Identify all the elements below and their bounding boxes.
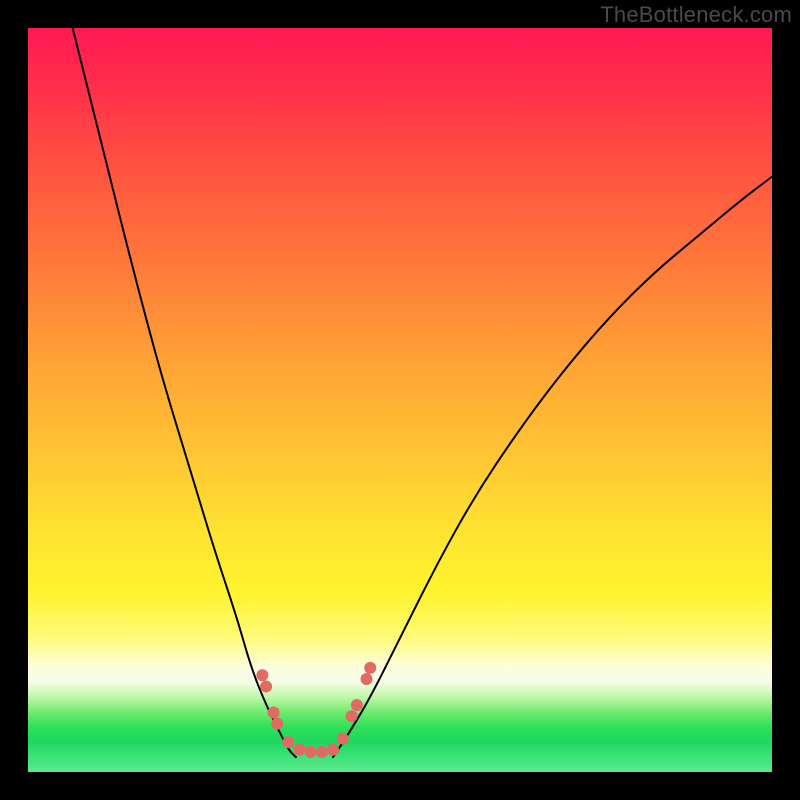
chart-root: TheBottleneck.com [0, 0, 800, 800]
valley-marker-dot [294, 744, 306, 756]
curve-layer [28, 28, 772, 772]
valley-marker-dot [346, 710, 358, 722]
valley-marker-dot [337, 733, 349, 745]
valley-marker-dot [361, 673, 373, 685]
curve-left [73, 28, 296, 757]
valley-marker-dot [305, 746, 317, 758]
valley-marker-dot [256, 669, 268, 681]
watermark-label: TheBottleneck.com [600, 2, 792, 28]
valley-marker-dot [271, 718, 283, 730]
valley-marker-dot [316, 746, 328, 758]
curve-right [333, 177, 772, 757]
valley-marker-dot [268, 706, 280, 718]
valley-marker-dot [260, 680, 272, 692]
valley-marker-dot [364, 662, 376, 674]
valley-marker-dot [282, 736, 294, 748]
plot-area [28, 28, 772, 772]
valley-marker-dot [327, 744, 339, 756]
valley-markers [256, 662, 376, 758]
valley-marker-dot [351, 699, 363, 711]
